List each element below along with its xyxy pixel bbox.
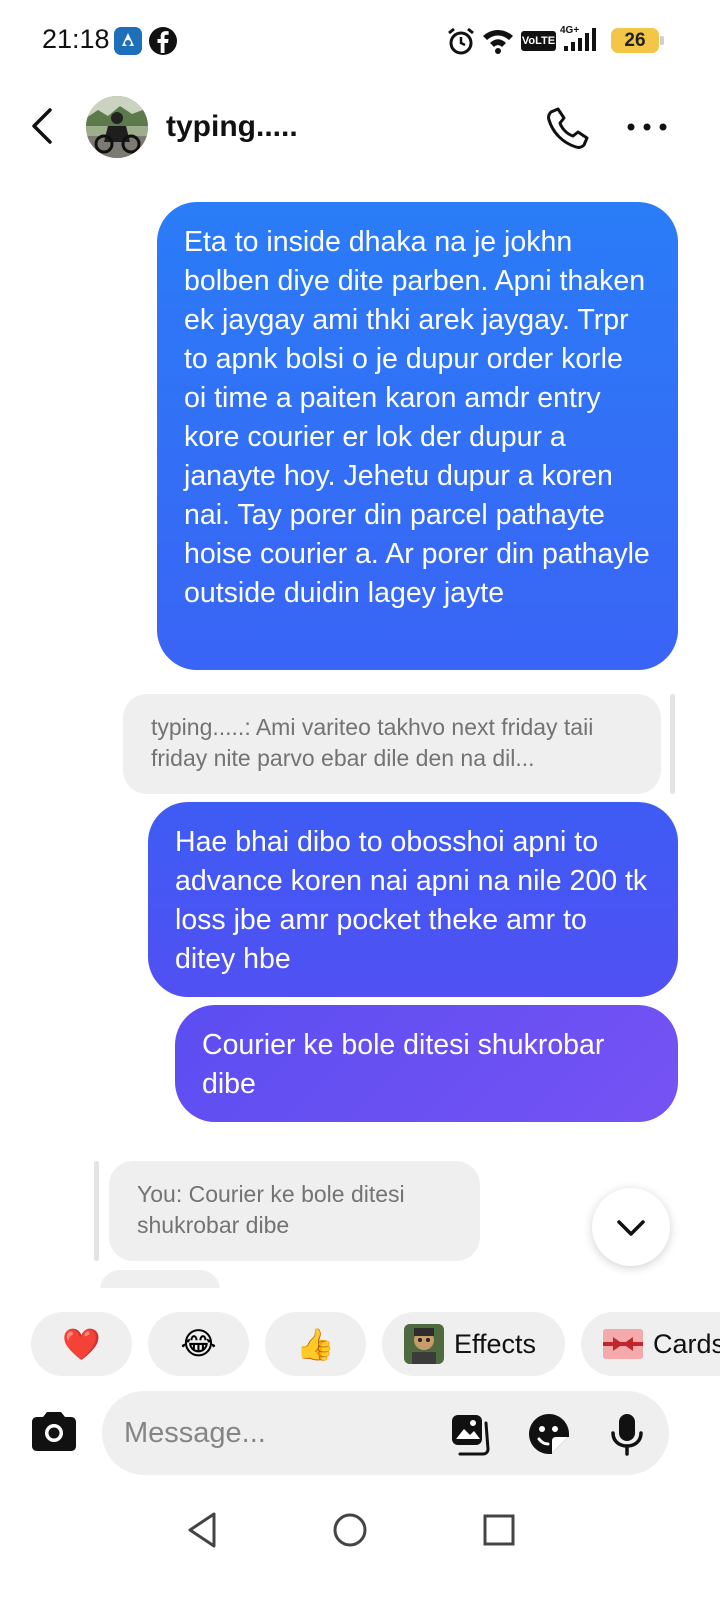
back-arrow-icon [32,108,52,144]
cards-thumbnail [603,1329,643,1359]
thumbs-up-reaction-button[interactable]: 👍 [265,1312,366,1376]
facebook-icon [148,26,178,61]
message-input[interactable] [124,1413,424,1453]
nav-recents-button[interactable] [478,1508,522,1552]
status-bar: 21:18 VoLTE 4G+ 26 [0,0,720,82]
microphone-icon [611,1414,643,1456]
heart-icon: ❤️ [62,1326,101,1362]
contact-name[interactable]: typing..... [166,110,298,144]
avatar-photo-icon [86,96,148,158]
nav-home-icon [333,1513,367,1547]
sticker-button[interactable] [526,1411,572,1457]
outgoing-message[interactable]: Eta to inside dhaka na je jokhn bolben d… [157,202,678,670]
effects-button[interactable]: Effects [382,1312,565,1376]
laugh-reaction-button[interactable]: 😂 [148,1312,249,1376]
phone-icon [547,107,589,149]
incoming-message-partial[interactable] [100,1270,220,1288]
reply-preview[interactable]: typing.....: Ami variteo takhvo next fri… [123,694,661,794]
nav-back-button[interactable] [182,1508,226,1552]
call-button[interactable] [544,104,592,152]
chat-header: typing..... [0,82,720,182]
battery-icon: 26 [611,28,664,53]
camera-icon [32,1412,76,1451]
microphone-button[interactable] [604,1411,650,1457]
wifi-icon [481,26,515,61]
avatar[interactable] [86,96,148,158]
chevron-down-icon [617,1220,645,1236]
heart-reaction-button[interactable]: ❤️ [31,1312,132,1376]
camera-button[interactable] [26,1404,82,1460]
effects-thumbnail [404,1324,444,1364]
reply-preview[interactable]: You: Courier ke bole ditesi shukrobar di… [109,1161,480,1261]
app-notification-icon [113,26,143,61]
nav-back-icon [188,1512,216,1548]
scroll-to-bottom-button[interactable] [592,1188,670,1266]
signal-label: 4G+ [560,25,579,36]
laughing-icon: 😂 [180,1326,217,1361]
quick-reactions: ❤️ 😂 👍 Effects Cards [0,1312,720,1376]
cards-label: Cards [653,1328,720,1359]
nav-recents-icon [483,1514,515,1546]
signal-icon: 4G+ [560,24,604,59]
reply-indicator-bar [670,694,675,794]
more-options-button[interactable] [624,110,670,144]
more-icon [627,123,667,131]
message-list[interactable]: Eta to inside dhaka na je jokhn bolben d… [0,182,720,1288]
outgoing-message[interactable]: Courier ke bole ditesi shukrobar dibe [175,1005,678,1122]
outgoing-message[interactable]: Hae bhai dibo to obosshoi apni to advanc… [148,802,678,997]
gallery-icon [452,1415,490,1456]
effects-label: Effects [454,1328,537,1359]
volte-icon: VoLTE [521,31,556,51]
back-button[interactable] [24,104,64,148]
gallery-button[interactable] [448,1411,494,1457]
nav-home-button[interactable] [328,1508,372,1552]
status-time: 21:18 [42,24,110,54]
message-composer [102,1391,669,1475]
sticker-icon [529,1414,569,1454]
cards-button[interactable]: Cards [581,1312,720,1376]
alarm-icon [446,26,476,61]
thumbs-up-icon: 👍 [296,1326,335,1362]
reply-indicator-bar [94,1161,99,1261]
